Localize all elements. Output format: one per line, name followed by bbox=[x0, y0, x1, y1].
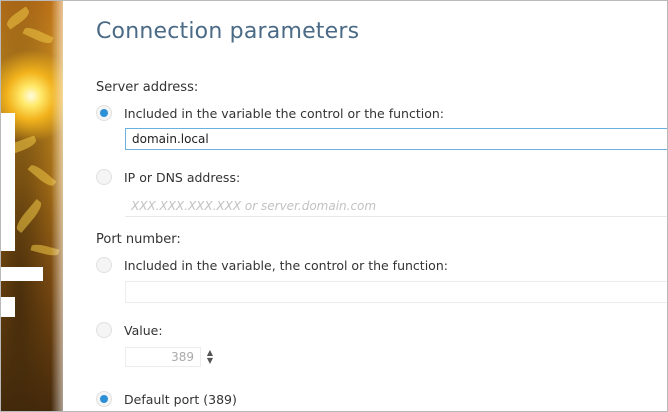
server-variable-option-label: Included in the variable the control or … bbox=[124, 105, 444, 121]
port-value-stepper[interactable]: 389 ▲ ▼ bbox=[125, 347, 216, 367]
port-value-field[interactable]: 389 bbox=[125, 347, 201, 367]
chevron-down-icon[interactable]: ▼ bbox=[207, 357, 213, 365]
server-variable-radio[interactable] bbox=[96, 105, 112, 121]
port-number-label: Port number: bbox=[96, 232, 181, 247]
port-variable-radio[interactable] bbox=[96, 257, 112, 273]
port-default-option-label: Default port (389) bbox=[124, 391, 237, 407]
port-variable-input[interactable] bbox=[125, 281, 667, 303]
page-title: Connection parameters bbox=[96, 19, 360, 44]
port-value-radio[interactable] bbox=[96, 322, 112, 338]
port-default-radio[interactable] bbox=[96, 391, 112, 407]
server-variable-input[interactable] bbox=[125, 128, 667, 150]
port-variable-option[interactable]: Included in the variable, the control or… bbox=[96, 256, 448, 274]
server-ip-radio[interactable] bbox=[96, 169, 112, 185]
port-value-option[interactable]: Value: bbox=[96, 321, 163, 339]
port-value-spin-buttons[interactable]: ▲ ▼ bbox=[204, 347, 216, 367]
server-ip-option-label: IP or DNS address: bbox=[124, 169, 241, 185]
port-value-option-label: Value: bbox=[124, 322, 163, 338]
server-variable-option[interactable]: Included in the variable the control or … bbox=[96, 104, 444, 122]
dialog-frame: Connection parameters Server address: In… bbox=[0, 0, 668, 412]
connection-panel: Connection parameters Server address: In… bbox=[63, 1, 667, 411]
decorative-side-image bbox=[1, 1, 63, 411]
server-ip-option[interactable]: IP or DNS address: bbox=[96, 168, 240, 186]
port-default-option[interactable]: Default port (389) bbox=[96, 390, 237, 408]
port-variable-option-label: Included in the variable, the control or… bbox=[124, 257, 448, 273]
server-address-label: Server address: bbox=[96, 80, 199, 95]
server-ip-input[interactable] bbox=[125, 195, 667, 217]
